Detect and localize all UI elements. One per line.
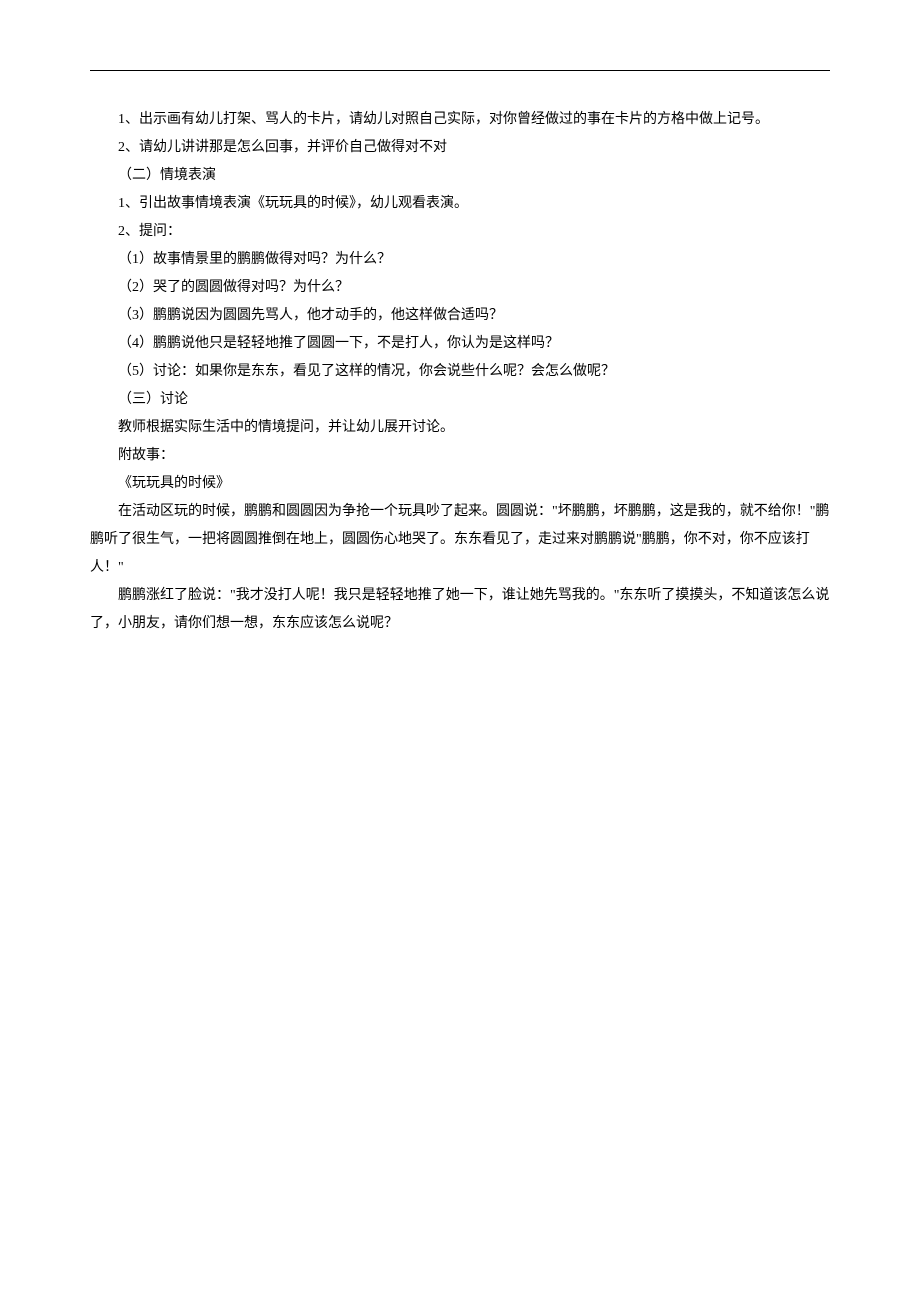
text-line: 教师根据实际生活中的情境提问，并让幼儿展开讨论。 [90, 414, 830, 442]
text-line: （2）哭了的圆圆做得对吗？为什么？ [90, 274, 830, 302]
story-paragraph: 鹏鹏涨红了脸说："我才没打人呢！我只是轻轻地推了她一下，谁让她先骂我的。"东东听… [90, 582, 830, 638]
text-line: （3）鹏鹏说因为圆圆先骂人，他才动手的，他这样做合适吗？ [90, 302, 830, 330]
text-line: 1、出示画有幼儿打架、骂人的卡片，请幼儿对照自己实际，对你曾经做过的事在卡片的方… [90, 106, 830, 134]
story-paragraph: 在活动区玩的时候，鹏鹏和圆圆因为争抢一个玩具吵了起来。圆圆说："坏鹏鹏，坏鹏鹏，… [90, 498, 830, 582]
horizontal-divider [90, 70, 830, 71]
text-line: （二）情境表演 [90, 162, 830, 190]
text-line: 《玩玩具的时候》 [90, 470, 830, 498]
text-line: （5）讨论：如果你是东东，看见了这样的情况，你会说些什么呢？会怎么做呢？ [90, 358, 830, 386]
text-line: （三）讨论 [90, 386, 830, 414]
text-line: 2、请幼儿讲讲那是怎么回事，并评价自己做得对不对 [90, 134, 830, 162]
document-content: 1、出示画有幼儿打架、骂人的卡片，请幼儿对照自己实际，对你曾经做过的事在卡片的方… [90, 106, 830, 638]
text-line: 2、提问： [90, 218, 830, 246]
text-line: （4）鹏鹏说他只是轻轻地推了圆圆一下，不是打人，你认为是这样吗？ [90, 330, 830, 358]
text-line: 附故事： [90, 442, 830, 470]
text-line: （1）故事情景里的鹏鹏做得对吗？为什么？ [90, 246, 830, 274]
text-line: 1、引出故事情境表演《玩玩具的时候》，幼儿观看表演。 [90, 190, 830, 218]
